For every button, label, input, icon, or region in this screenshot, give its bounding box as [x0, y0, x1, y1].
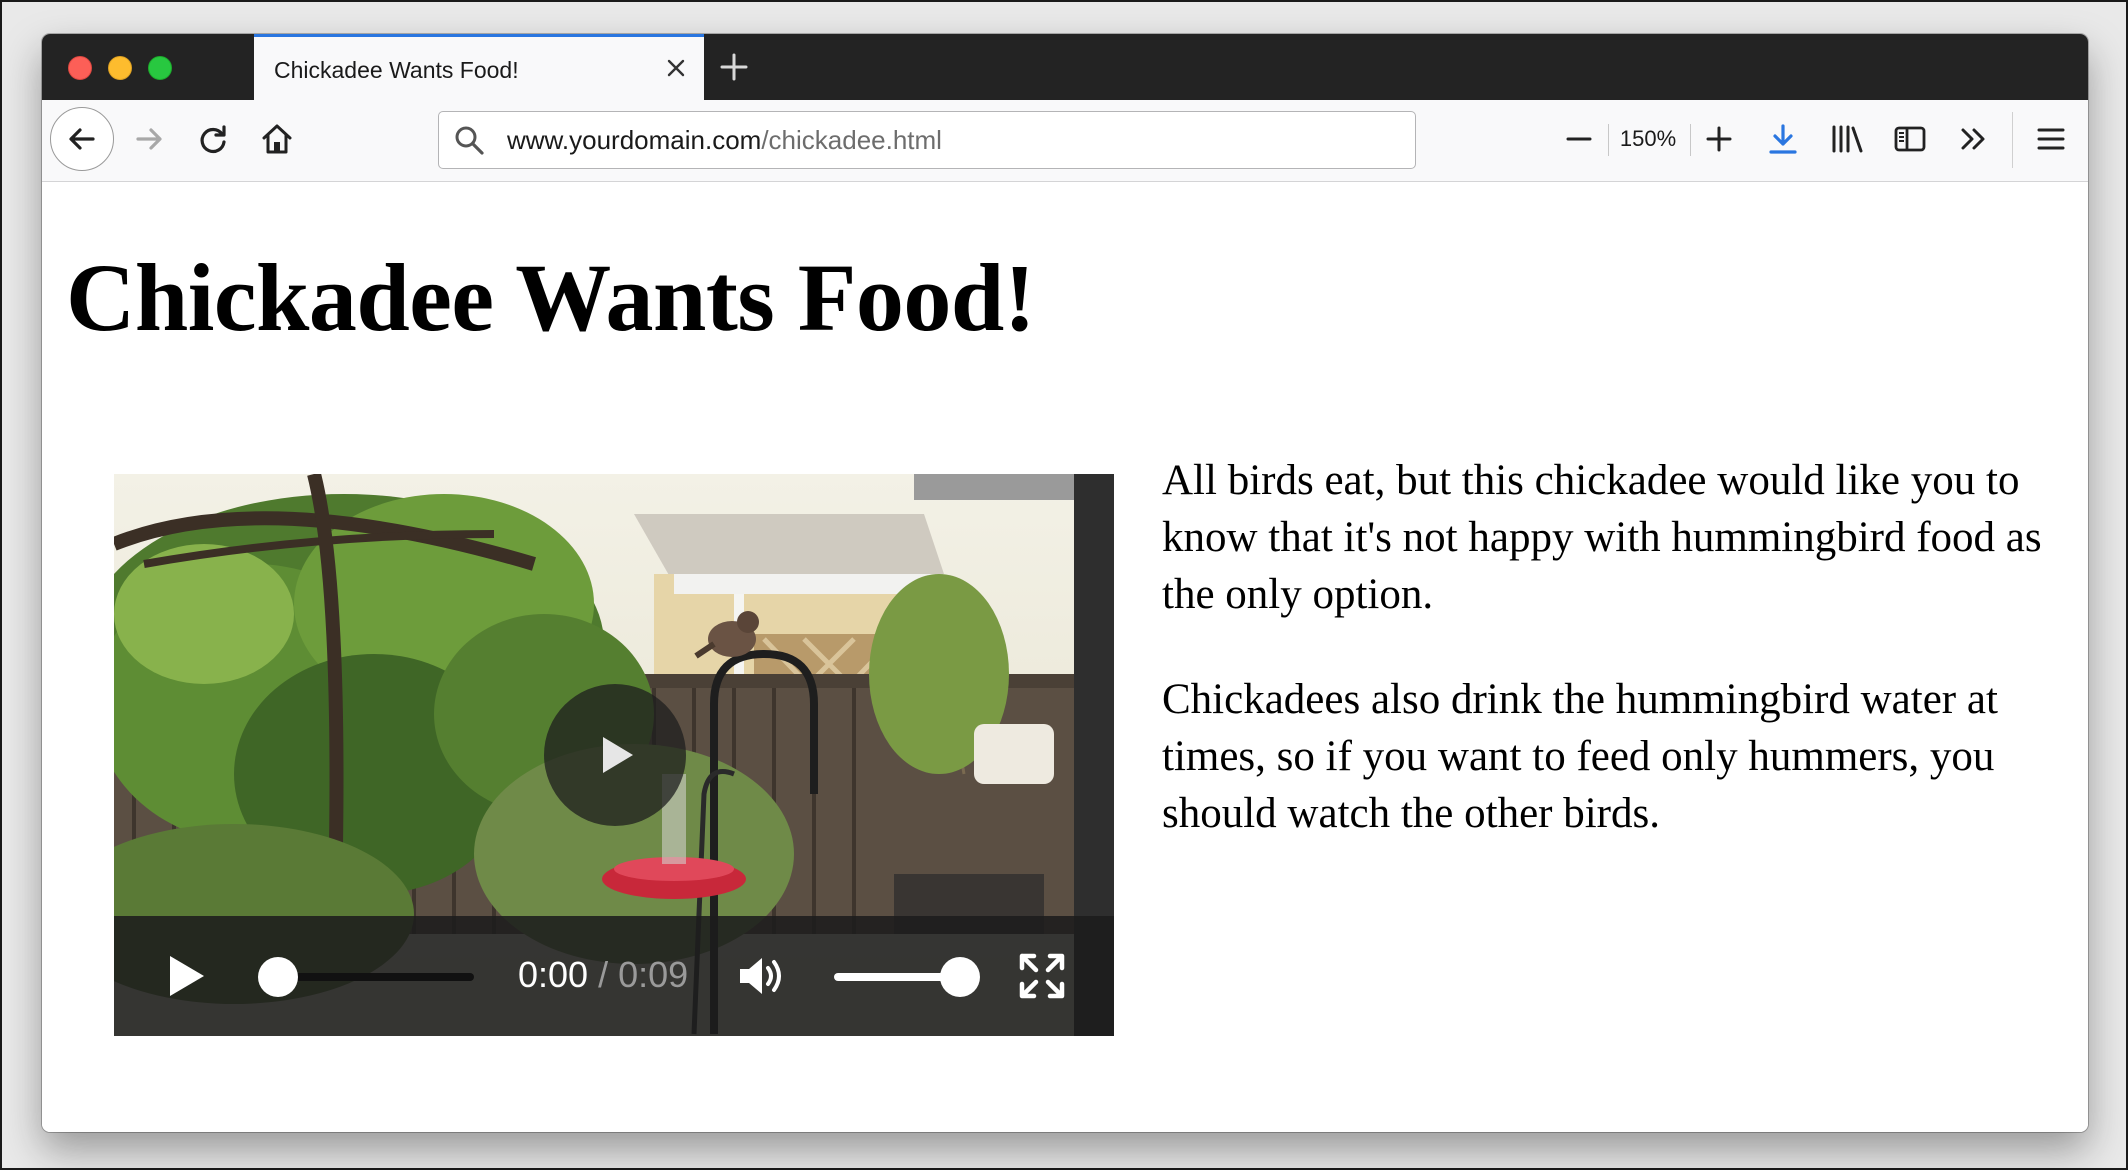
zoom-level-indicator[interactable]: 150% — [1612, 126, 1684, 152]
url-domain: www.yourdomain.com — [507, 125, 762, 155]
navigation-toolbar: www.yourdomain.com/chickadee.html 150% — [42, 100, 2088, 182]
address-bar[interactable]: www.yourdomain.com/chickadee.html — [438, 111, 1416, 169]
close-icon[interactable] — [662, 54, 690, 82]
zoom-out-button[interactable] — [1554, 114, 1604, 164]
sidebar-button[interactable] — [1885, 114, 1935, 164]
home-icon — [262, 124, 292, 154]
url-path: /chickadee.html — [761, 125, 942, 155]
sidebar-icon — [1894, 126, 1926, 152]
tab-strip: Chickadee Wants Food! — [42, 34, 2088, 100]
big-play-button[interactable] — [544, 684, 686, 826]
search-icon — [455, 126, 484, 155]
download-icon — [1769, 124, 1797, 154]
page-content: Chickadee Wants Food! 0:00 / 0:09 All bi… — [42, 182, 2088, 1132]
play-icon — [603, 737, 633, 773]
forward-arrow-icon — [136, 128, 162, 150]
time-separator: / — [588, 954, 619, 995]
home-button[interactable] — [252, 114, 302, 164]
library-icon — [1832, 125, 1863, 153]
paragraph: All birds eat, but this chickadee would … — [1162, 457, 2042, 618]
minus-icon — [1566, 137, 1592, 141]
fullscreen-icon[interactable] — [1018, 952, 1066, 1000]
library-button[interactable] — [1822, 114, 1872, 164]
window-minimize-button[interactable] — [108, 56, 132, 80]
zoom-in-button[interactable] — [1694, 114, 1744, 164]
url-text[interactable]: www.yourdomain.com/chickadee.html — [507, 125, 942, 156]
forward-button[interactable] — [124, 114, 174, 164]
new-tab-icon[interactable] — [714, 47, 754, 87]
browser-window: Chickadee Wants Food! www.yourdomain.com… — [42, 34, 2088, 1132]
plus-icon — [1706, 126, 1732, 152]
progress-thumb[interactable] — [258, 957, 298, 997]
tab-title: Chickadee Wants Food! — [274, 57, 519, 83]
time-display: 0:00 / 0:09 — [518, 954, 688, 996]
reload-button[interactable] — [188, 114, 238, 164]
overflow-menu-button[interactable] — [1948, 114, 1998, 164]
window-close-button[interactable] — [68, 56, 92, 80]
progress-track[interactable] — [274, 973, 474, 981]
screenshot-frame: Chickadee Wants Food! www.yourdomain.com… — [0, 0, 2128, 1170]
duration: 0:09 — [618, 954, 689, 995]
article-text: All birds eat, but this chickadee would … — [1162, 452, 2072, 890]
window-maximize-button[interactable] — [148, 56, 172, 80]
speaker-icon[interactable] — [734, 950, 786, 1002]
current-time: 0:00 — [518, 954, 589, 995]
tab-chickadee[interactable]: Chickadee Wants Food! — [254, 34, 704, 100]
hamburger-menu-icon — [2037, 128, 2065, 150]
page-title: Chickadee Wants Food! — [66, 244, 1036, 351]
video-player[interactable]: 0:00 / 0:09 — [114, 474, 1114, 1036]
toolbar-divider — [1608, 124, 1609, 156]
overflow-chevrons-icon — [1961, 128, 1985, 150]
main-menu-button[interactable] — [2026, 114, 2076, 164]
back-arrow-icon — [69, 128, 95, 150]
video-controls-bar: 0:00 / 0:09 — [114, 916, 1114, 1036]
toolbar-divider — [2012, 112, 2013, 168]
volume-thumb[interactable] — [940, 957, 980, 997]
paragraph: Chickadees also drink the hummingbird wa… — [1162, 676, 1998, 837]
volume-track[interactable] — [834, 973, 954, 981]
reload-icon — [200, 125, 226, 154]
back-button[interactable] — [50, 107, 114, 171]
play-icon[interactable] — [162, 952, 210, 1000]
toolbar-divider — [1690, 124, 1691, 156]
downloads-button[interactable] — [1758, 114, 1808, 164]
